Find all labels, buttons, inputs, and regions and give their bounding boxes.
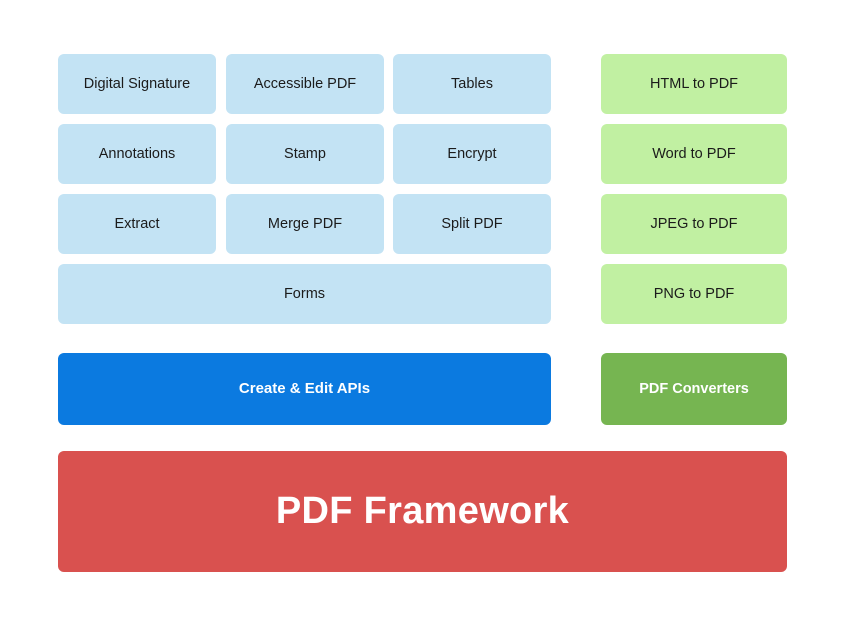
group-bar-label: Create & Edit APIs — [238, 380, 371, 398]
feature-tile-digital-signature[interactable]: Digital Signature — [58, 54, 216, 114]
foundation-bar-pdf-framework[interactable]: PDF Framework — [58, 451, 787, 572]
converter-tile-html-to-pdf[interactable]: HTML to PDF — [601, 54, 787, 114]
feature-tile-label: Digital Signature — [83, 75, 191, 92]
feature-tile-label: Encrypt — [447, 145, 497, 162]
group-bar-pdf-converters[interactable]: PDF Converters — [601, 353, 787, 425]
converter-tile-png-to-pdf[interactable]: PNG to PDF — [601, 264, 787, 324]
group-bar-create-edit-apis[interactable]: Create & Edit APIs — [58, 353, 551, 425]
converter-tile-word-to-pdf[interactable]: Word to PDF — [601, 124, 787, 184]
feature-tile-label: Extract — [114, 215, 160, 232]
converter-tile-label: JPEG to PDF — [650, 215, 738, 232]
converter-tile-label: HTML to PDF — [649, 75, 739, 92]
feature-tile-stamp[interactable]: Stamp — [226, 124, 384, 184]
feature-tile-extract[interactable]: Extract — [58, 194, 216, 254]
pdf-framework-diagram: Digital Signature Accessible PDF Tables … — [0, 0, 844, 625]
feature-tile-split-pdf[interactable]: Split PDF — [393, 194, 551, 254]
feature-tile-tables[interactable]: Tables — [393, 54, 551, 114]
feature-tile-label: Annotations — [98, 145, 176, 162]
feature-tile-accessible-pdf[interactable]: Accessible PDF — [226, 54, 384, 114]
converter-tile-label: PNG to PDF — [653, 285, 735, 302]
group-bar-label: PDF Converters — [639, 380, 749, 397]
feature-tile-label: Stamp — [284, 145, 326, 162]
feature-tile-annotations[interactable]: Annotations — [58, 124, 216, 184]
feature-tile-encrypt[interactable]: Encrypt — [393, 124, 551, 184]
foundation-bar-label: PDF Framework — [275, 489, 570, 532]
feature-tile-forms[interactable]: Forms — [58, 264, 551, 324]
converter-tile-jpeg-to-pdf[interactable]: JPEG to PDF — [601, 194, 787, 254]
feature-tile-label: Split PDF — [441, 215, 503, 232]
feature-tile-label: Forms — [283, 285, 326, 302]
feature-tile-label: Accessible PDF — [253, 75, 357, 92]
feature-tile-merge-pdf[interactable]: Merge PDF — [226, 194, 384, 254]
feature-tile-label: Merge PDF — [267, 215, 343, 232]
feature-tile-label: Tables — [451, 75, 493, 92]
converter-tile-label: Word to PDF — [652, 145, 736, 162]
